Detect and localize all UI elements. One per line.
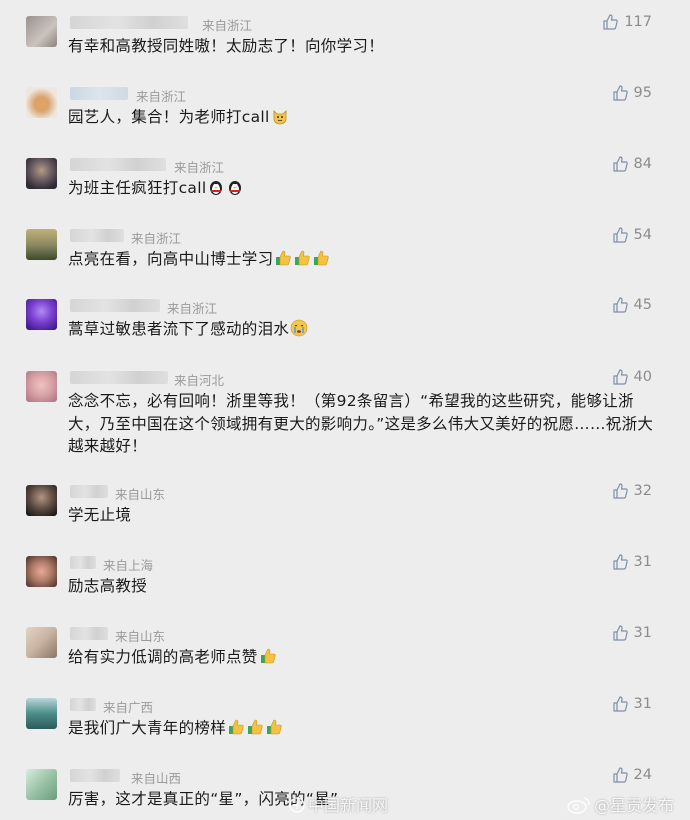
penguin-emoji-icon xyxy=(210,181,223,195)
comment-text-content: 园艺人，集合！为老师打call xyxy=(68,108,270,126)
comment-screen: { "comments": [ {"location": "来自浙江", "te… xyxy=(0,0,690,820)
username-blurred[interactable] xyxy=(70,769,120,782)
username-blurred[interactable] xyxy=(70,87,128,100)
avatar[interactable] xyxy=(26,769,57,800)
comment-text-content: 点亮在看，向高中山博士学习 xyxy=(68,250,274,268)
crying-face-emoji-icon xyxy=(290,319,308,337)
location-label: 来自山东 xyxy=(115,487,166,502)
avatar[interactable] xyxy=(26,158,57,189)
thumbs-up-emoji-icon xyxy=(276,250,291,266)
avatar[interactable] xyxy=(26,371,57,402)
avatar[interactable] xyxy=(26,299,57,330)
username-blurred[interactable] xyxy=(70,16,188,29)
comment-text: 有幸和高教授同姓嗷！太励志了！向你学习！ xyxy=(68,37,385,55)
comment-text: 点亮在看，向高中山博士学习 xyxy=(68,248,658,271)
avatar[interactable] xyxy=(26,16,57,47)
like-count: 54 xyxy=(633,227,652,243)
thumbs-up-icon xyxy=(612,625,628,641)
thumbs-up-emoji-icon xyxy=(260,648,276,664)
penguin-emoji-icon xyxy=(229,181,242,195)
watermark-source: 中国新闻网 xyxy=(308,796,389,815)
comment-text: 念念不忘，必有回响！浙里等我！（第92条留言）“希望我的这些研究，能够让浙大，乃… xyxy=(68,392,654,455)
watermark-account: @星贡发布 xyxy=(594,796,675,815)
like-button[interactable]: 95 xyxy=(612,85,652,101)
like-count: 45 xyxy=(633,297,652,313)
thumbs-up-emoji-icon xyxy=(295,250,310,266)
username-blurred[interactable] xyxy=(70,371,168,384)
like-button[interactable]: 45 xyxy=(612,297,652,313)
username-blurred[interactable] xyxy=(70,627,108,640)
like-button[interactable]: 32 xyxy=(612,483,652,499)
like-button[interactable]: 31 xyxy=(612,554,652,570)
username-blurred[interactable] xyxy=(70,556,96,569)
like-button[interactable]: 117 xyxy=(602,14,652,30)
thumbs-up-emoji-icon xyxy=(229,719,244,735)
username-blurred[interactable] xyxy=(70,229,124,242)
thumbs-up-icon xyxy=(612,85,628,101)
thumbs-up-icon xyxy=(612,156,628,172)
like-count: 84 xyxy=(633,156,652,172)
comment-text: 学无止境 xyxy=(68,506,132,524)
thumbs-up-emoji-icon xyxy=(267,719,282,735)
thumbs-up-icon xyxy=(612,369,628,385)
avatar[interactable] xyxy=(26,627,57,658)
comment-text-content: 蒿草过敏患者流下了感动的泪水 xyxy=(68,320,290,338)
like-count: 31 xyxy=(633,554,652,570)
comment-text: 励志高教授 xyxy=(68,577,148,595)
avatar[interactable] xyxy=(26,485,57,516)
comment-text: 是我们广大青年的榜样 xyxy=(68,717,658,740)
avatar[interactable] xyxy=(26,87,57,118)
username-blurred[interactable] xyxy=(70,299,160,312)
like-count: 40 xyxy=(633,369,652,385)
like-button[interactable]: 24 xyxy=(612,767,652,783)
thumbs-up-icon xyxy=(603,14,619,30)
like-button[interactable]: 31 xyxy=(612,625,652,641)
cat-emoji-icon xyxy=(273,110,287,125)
thumbs-up-icon xyxy=(612,554,628,570)
like-count: 95 xyxy=(633,85,652,101)
location-label: 来自浙江 xyxy=(167,301,218,316)
like-count: 32 xyxy=(633,483,652,499)
avatar[interactable] xyxy=(26,698,57,729)
username-blurred[interactable] xyxy=(70,485,108,498)
location-label: 来自上海 xyxy=(103,558,154,573)
thumbs-up-emoji-icon xyxy=(248,719,263,735)
location-label: 来自广西 xyxy=(103,700,154,715)
like-count: 117 xyxy=(624,14,652,30)
comment-text: 蒿草过敏患者流下了感动的泪水 xyxy=(68,318,658,341)
comment-text: 园艺人，集合！为老师打call xyxy=(68,106,658,129)
comment-text: 为班主任疯狂打call xyxy=(68,177,658,200)
like-button[interactable]: 31 xyxy=(612,696,652,712)
like-button[interactable]: 84 xyxy=(612,156,652,172)
weibo-logo-icon xyxy=(567,797,590,814)
avatar[interactable] xyxy=(26,556,57,587)
comment-text-content: 是我们广大青年的榜样 xyxy=(68,719,227,737)
location-label: 来自山东 xyxy=(115,629,166,644)
location-label: 来自山西 xyxy=(131,771,182,786)
like-count: 24 xyxy=(633,767,652,783)
thumbs-up-icon xyxy=(612,483,628,499)
like-button[interactable]: 40 xyxy=(612,369,652,385)
comment-text-content: 为班主任疯狂打call xyxy=(68,179,207,197)
thumbs-up-icon xyxy=(612,297,628,313)
location-label: 来自河北 xyxy=(174,373,225,388)
thumbs-up-icon xyxy=(612,696,628,712)
location-label: 来自浙江 xyxy=(174,160,225,175)
location-label: 来自浙江 xyxy=(131,231,182,246)
like-count: 31 xyxy=(633,625,652,641)
avatar[interactable] xyxy=(26,229,57,260)
thumbs-up-icon xyxy=(612,227,628,243)
location-label: 来自浙江 xyxy=(136,89,187,104)
username-blurred[interactable] xyxy=(70,158,166,171)
location-label: 来自浙江 xyxy=(202,18,253,33)
like-count: 31 xyxy=(633,696,652,712)
comment-text: 给有实力低调的高老师点赞 xyxy=(68,646,658,669)
thumbs-up-emoji-icon xyxy=(314,250,329,266)
comment-text-content: 给有实力低调的高老师点赞 xyxy=(68,648,258,666)
thumbs-up-icon xyxy=(612,767,628,783)
username-blurred[interactable] xyxy=(70,698,96,711)
like-button[interactable]: 54 xyxy=(612,227,652,243)
